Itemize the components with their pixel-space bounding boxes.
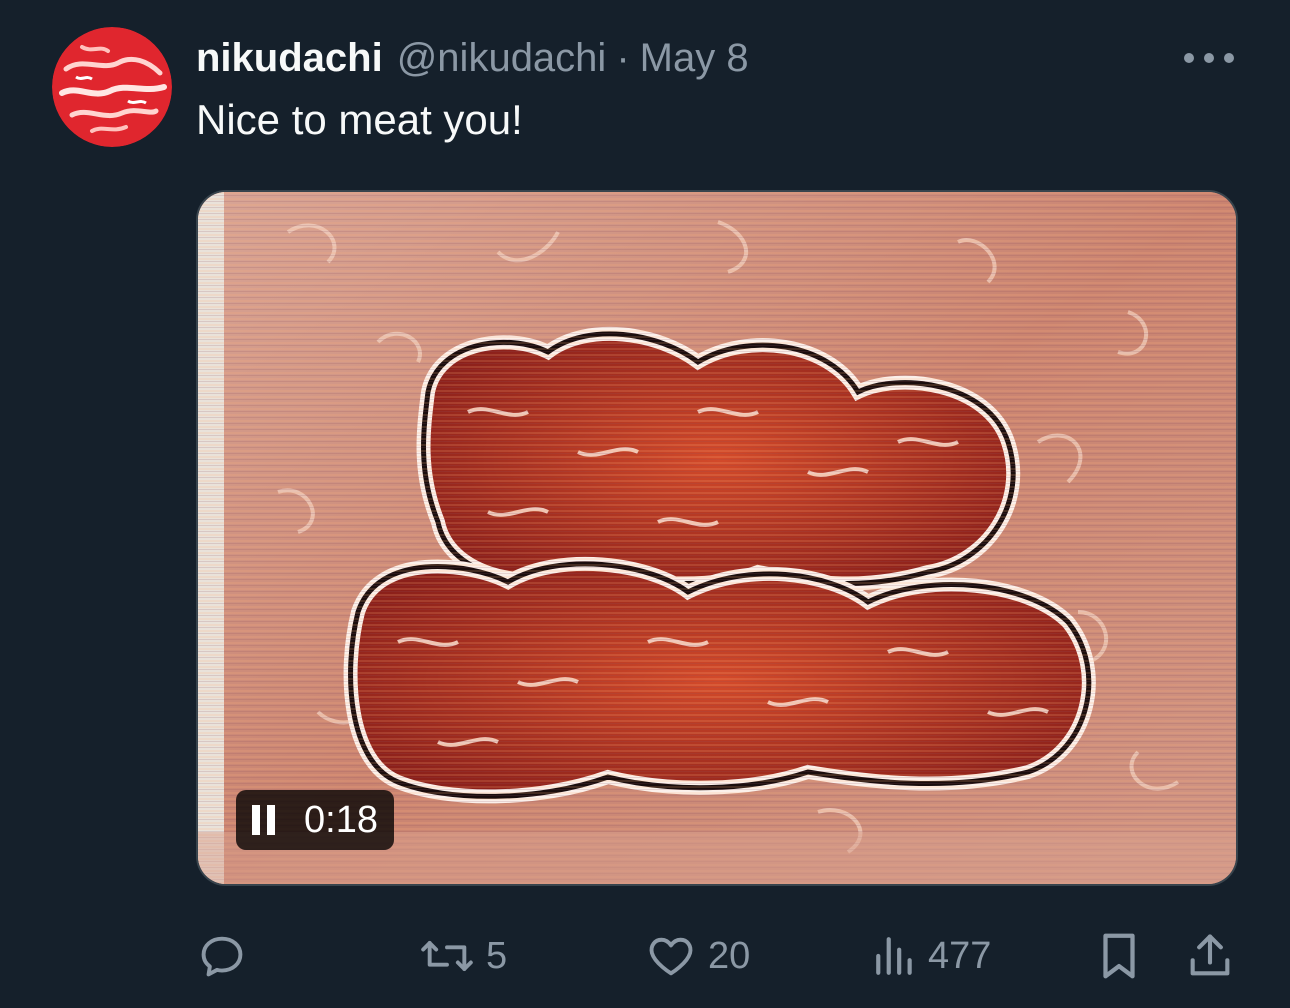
bookmark-icon — [1096, 929, 1142, 983]
share-button[interactable] — [1184, 926, 1236, 986]
like-count: 20 — [708, 934, 751, 977]
tweet-text: Nice to meat you! — [196, 96, 523, 143]
more-dot — [1224, 53, 1234, 63]
bookmark-button[interactable] — [1096, 926, 1142, 986]
view-count: 477 — [928, 934, 992, 977]
more-dots-icon[interactable] — [1184, 38, 1234, 78]
share-upload-icon — [1184, 929, 1236, 983]
retweet-arrows-icon — [418, 930, 476, 982]
reply-button[interactable] — [196, 926, 258, 986]
more-dot — [1204, 53, 1214, 63]
heart-icon — [644, 930, 698, 982]
retweet-button[interactable]: 5 — [418, 926, 507, 986]
retweet-count: 5 — [486, 934, 508, 977]
separator-dot: · — [616, 35, 630, 80]
video-frame-image — [198, 192, 1236, 884]
tweet-header: nikudachi @nikudachi · May 8 — [196, 30, 749, 86]
reply-bubble-icon — [196, 930, 248, 982]
user-handle[interactable]: @nikudachi — [397, 36, 607, 81]
bar-chart-icon — [872, 930, 918, 982]
avatar[interactable] — [52, 27, 172, 147]
video-controls: 0:18 — [236, 790, 394, 850]
like-button[interactable]: 20 — [644, 926, 750, 986]
video-time: 0:18 — [304, 798, 378, 841]
views-button[interactable]: 477 — [872, 926, 991, 986]
action-bar: 5 20 477 — [0, 920, 1290, 990]
display-name[interactable]: nikudachi — [196, 36, 383, 81]
tweet[interactable]: nikudachi @nikudachi · May 8 Nice to mea… — [0, 0, 1290, 1008]
avatar-meat-image — [52, 27, 172, 147]
more-dot — [1184, 53, 1194, 63]
video-player[interactable]: 0:18 — [196, 190, 1238, 886]
pause-icon[interactable] — [252, 805, 278, 835]
tweet-date[interactable]: May 8 — [640, 36, 749, 81]
